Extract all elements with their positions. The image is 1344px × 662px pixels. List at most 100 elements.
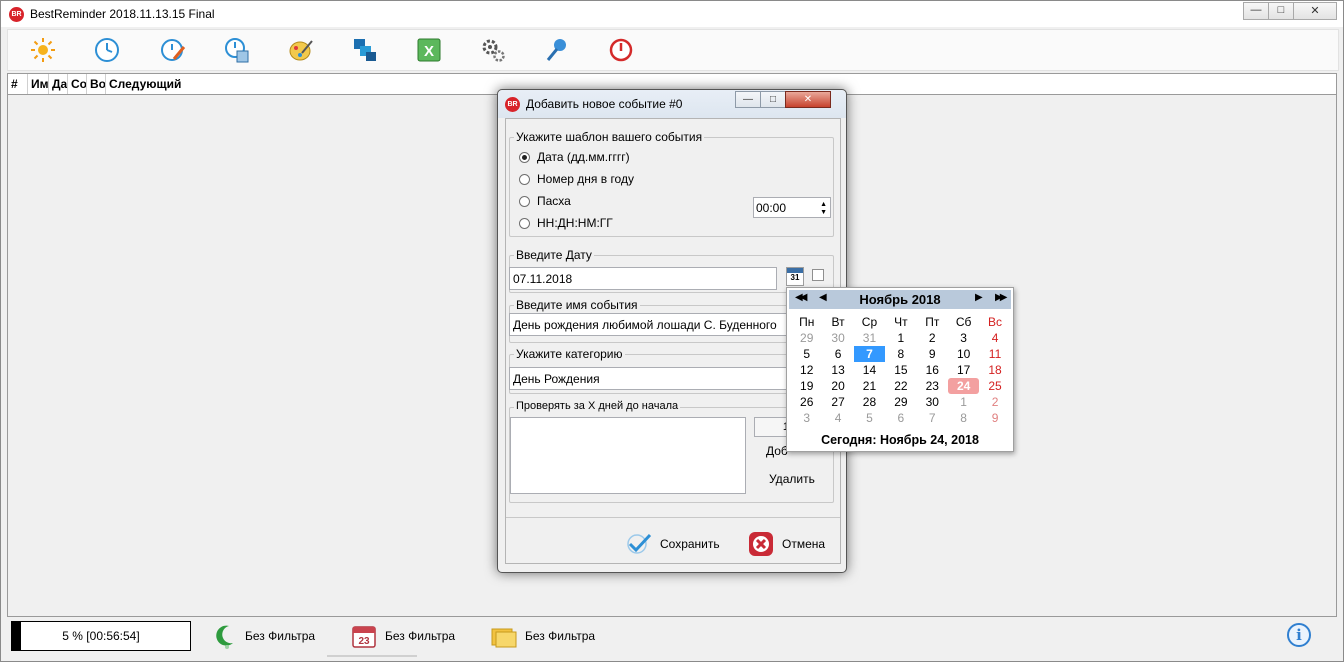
column-number[interactable]: # — [8, 74, 28, 94]
radio-easter-dot[interactable] — [519, 195, 530, 207]
calendar-picker-button[interactable]: 31 — [786, 267, 804, 286]
calendar-day[interactable]: 9 — [979, 410, 1010, 426]
calendar-day[interactable]: 24 — [947, 378, 980, 394]
maximize-icon: □ — [1277, 4, 1285, 16]
column-next[interactable]: Следующий — [106, 74, 306, 94]
next-month-icon[interactable]: ▶ — [975, 292, 983, 303]
reminder-days-list[interactable] — [510, 417, 746, 494]
calendar-day[interactable]: 9 — [917, 346, 948, 362]
cancel-button[interactable]: Отмена — [748, 529, 825, 559]
radio-day-number-dot[interactable] — [519, 173, 530, 185]
date-checkbox[interactable] — [812, 269, 824, 281]
calendar-day[interactable]: 4 — [979, 330, 1010, 346]
calendar-day[interactable]: 27 — [822, 394, 853, 410]
calendar-day[interactable]: 20 — [822, 378, 853, 394]
add-days-button[interactable]: Доб — [766, 444, 788, 458]
toolbar: X — [7, 29, 1339, 71]
calendar-day[interactable]: 1 — [948, 394, 979, 410]
calendar-day[interactable]: 18 — [979, 362, 1010, 378]
calendar-day[interactable]: 22 — [885, 378, 916, 394]
calendar-day[interactable]: 19 — [791, 378, 822, 394]
radio-weekday-pattern[interactable]: НН:ДН:НМ:ГГ — [519, 216, 613, 230]
calendar-day[interactable]: 4 — [822, 410, 853, 426]
windows-icon[interactable] — [350, 35, 380, 65]
calendar-day[interactable]: 7 — [853, 346, 886, 362]
calendar-day[interactable]: 21 — [854, 378, 885, 394]
column-event[interactable]: Со — [68, 74, 87, 94]
calendar-day[interactable]: 23 — [917, 378, 948, 394]
filter-folder[interactable]: Без Фильтра — [491, 619, 595, 653]
next-year-icon[interactable]: ▶▶ — [995, 292, 1008, 303]
clock-edit-icon[interactable] — [158, 35, 188, 65]
calendar-day[interactable]: 30 — [822, 330, 853, 346]
dialog-minimize-button[interactable]: — — [735, 91, 761, 108]
dialog-maximize-button[interactable]: □ — [760, 91, 786, 108]
calendar-today-link[interactable]: Сегодня: Ноябрь 24, 2018 — [787, 433, 1013, 447]
spin-down-icon[interactable]: ▼ — [820, 209, 827, 216]
delete-days-button[interactable]: Удалить — [769, 472, 815, 486]
dialog-close-button[interactable]: ✕ — [785, 91, 831, 108]
calendar-day[interactable]: 8 — [948, 410, 979, 426]
filter-moon[interactable]: Без Фильтра — [215, 619, 315, 653]
calendar-day[interactable]: 30 — [917, 394, 948, 410]
info-icon[interactable]: i — [1287, 623, 1311, 647]
calendar-day[interactable]: 6 — [885, 410, 916, 426]
calendar-day[interactable]: 5 — [854, 410, 885, 426]
column-date[interactable]: Да — [49, 74, 68, 94]
clock-icon[interactable] — [92, 35, 122, 65]
calendar-day[interactable]: 12 — [791, 362, 822, 378]
calendar-day[interactable]: 5 — [791, 346, 822, 362]
calendar-day[interactable]: 15 — [885, 362, 916, 378]
excel-icon[interactable]: X — [414, 35, 444, 65]
calendar-day[interactable]: 8 — [885, 346, 916, 362]
calendar-grid: Пн Вт Ср Чт Пт Сб Вс 29 30 31 1 2 3 4 5 6 7 8 9 10 11 12 13 14 1… — [791, 314, 1011, 426]
clock-delete-icon[interactable] — [222, 35, 252, 65]
sun-settings-icon[interactable] — [28, 35, 58, 65]
calendar-day[interactable]: 2 — [917, 330, 948, 346]
calendar-day[interactable]: 31 — [854, 330, 885, 346]
event-name-field[interactable]: День рождения любимой лошади С. Буденног… — [509, 313, 829, 336]
calendar-day[interactable]: 14 — [854, 362, 885, 378]
calendar-day[interactable]: 7 — [917, 410, 948, 426]
minimize-button[interactable]: — — [1243, 2, 1269, 20]
power-icon[interactable] — [606, 35, 636, 65]
calendar-day[interactable]: 29 — [791, 330, 822, 346]
time-spinner[interactable]: 00:00 ▲ ▼ — [753, 197, 831, 218]
category-field[interactable]: День Рождения — [509, 367, 829, 390]
filter-calendar[interactable]: 23 Без Фильтра — [351, 619, 455, 653]
calendar-day[interactable]: 25 — [979, 378, 1010, 394]
radio-day-number[interactable]: Номер дня в году — [519, 172, 634, 186]
calendar-day[interactable]: 1 — [885, 330, 916, 346]
calendar-day[interactable]: 28 — [854, 394, 885, 410]
calendar-day[interactable]: 29 — [885, 394, 916, 410]
radio-weekday-pattern-dot[interactable] — [519, 217, 530, 229]
calendar-day[interactable]: 6 — [822, 346, 853, 362]
column-name[interactable]: Им — [28, 74, 49, 94]
pin-icon[interactable] — [542, 35, 572, 65]
close-button[interactable]: ✕ — [1293, 2, 1337, 20]
maximize-button[interactable]: □ — [1268, 2, 1294, 20]
calendar-day[interactable]: 10 — [948, 346, 979, 362]
calendar-day[interactable]: 3 — [948, 330, 979, 346]
name-group-title: Введите имя события — [514, 298, 640, 312]
calendar-day[interactable]: 3 — [791, 410, 822, 426]
calendar-day[interactable]: 17 — [948, 362, 979, 378]
calendar-day[interactable]: 2 — [979, 394, 1010, 410]
calendar-day[interactable]: 16 — [917, 362, 948, 378]
palette-icon[interactable] — [286, 35, 316, 65]
radio-date-label: Дата (дд.мм.гггг) — [537, 150, 630, 164]
save-label: Сохранить — [660, 537, 720, 551]
radio-date[interactable]: Дата (дд.мм.гггг) — [519, 150, 630, 164]
date-field[interactable]: 07.11.2018 — [509, 267, 777, 290]
radio-date-dot[interactable] — [519, 151, 530, 163]
date-group-title: Введите Дату — [514, 248, 594, 262]
save-button[interactable]: Сохранить — [626, 529, 720, 559]
gears-icon[interactable] — [478, 35, 508, 65]
calendar-day[interactable]: 26 — [791, 394, 822, 410]
spin-up-icon[interactable]: ▲ — [820, 201, 827, 208]
calendar-day[interactable]: 13 — [822, 362, 853, 378]
radio-easter[interactable]: Пасха — [519, 194, 571, 208]
calendar-day[interactable]: 11 — [979, 346, 1010, 362]
column-age[interactable]: Во — [87, 74, 106, 94]
folder-icon — [491, 628, 517, 648]
